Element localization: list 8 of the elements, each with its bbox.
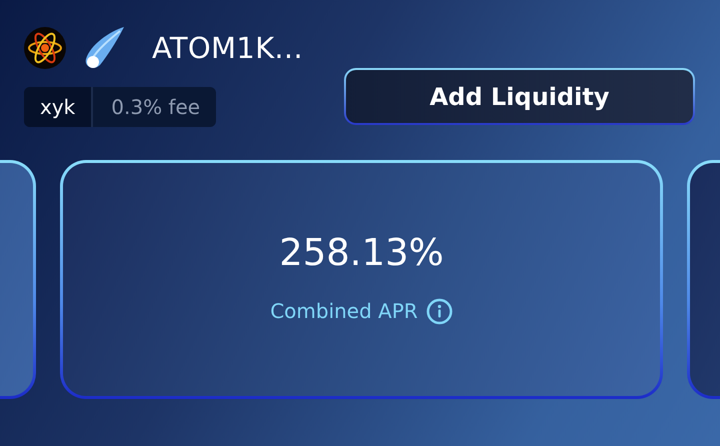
apr-value: 258.13%: [279, 230, 444, 274]
info-icon[interactable]: [426, 298, 453, 324]
fee-tag: 0.3% fee: [93, 87, 216, 127]
add-liquidity-button[interactable]: Add Liquidity: [344, 68, 695, 125]
pool-title: ATOM1K...: [152, 31, 303, 65]
apr-label: Combined APR: [270, 299, 418, 323]
atom-icon: [24, 27, 66, 69]
pool-type-tag: xyk: [24, 87, 94, 127]
